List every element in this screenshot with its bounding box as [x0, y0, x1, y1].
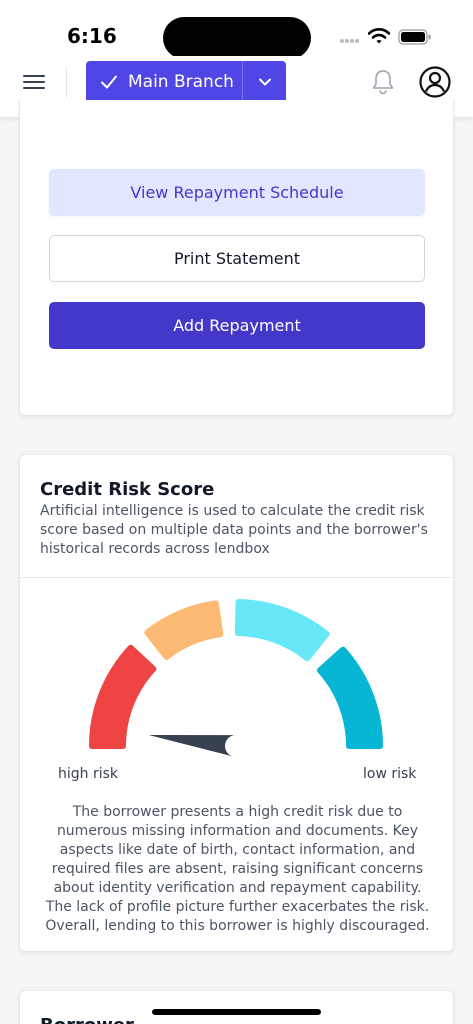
gauge-segment-high: [89, 644, 157, 749]
credit-risk-card: Credit Risk Score Artificial intelligenc…: [19, 454, 454, 952]
check-icon: [101, 75, 117, 89]
home-indicator: [152, 1009, 321, 1015]
loan-actions-card: View Repayment Schedule Print Statement …: [19, 100, 454, 416]
gauge-needle: [148, 734, 238, 757]
branch-label: Main Branch: [128, 72, 234, 92]
signal-icon: [340, 39, 359, 43]
print-statement-button[interactable]: Print Statement: [49, 235, 425, 282]
branch-selector[interactable]: Main Branch: [86, 61, 286, 103]
add-repayment-button[interactable]: Add Repayment: [49, 302, 425, 349]
gauge-segment-medium: [144, 600, 224, 660]
branch-dropdown-toggle[interactable]: [243, 61, 286, 103]
risk-gauge: [89, 599, 383, 757]
credit-risk-description: Artificial intelligence is used to calcu…: [40, 503, 428, 557]
status-time: 6:16: [67, 24, 117, 48]
borrower-title: Borrower: [40, 1015, 134, 1024]
borrower-card: Borrower: [19, 990, 454, 1024]
battery-icon: [398, 29, 431, 45]
header-divider: [66, 66, 67, 98]
view-repayment-schedule-button[interactable]: View Repayment Schedule: [49, 169, 425, 216]
chevron-down-icon: [258, 78, 271, 86]
dynamic-island: [163, 17, 311, 59]
wifi-icon: [368, 28, 390, 44]
low-risk-label: low risk: [363, 766, 417, 782]
menu-icon[interactable]: [22, 70, 46, 94]
bell-icon[interactable]: [371, 69, 395, 95]
high-risk-label: high risk: [58, 766, 119, 782]
user-icon[interactable]: [418, 65, 452, 99]
gauge-segment-low: [234, 599, 330, 662]
status-bar: 6:16: [0, 0, 473, 59]
gauge-segment-lowest: [316, 646, 383, 749]
branch-selected[interactable]: Main Branch: [86, 61, 242, 103]
credit-risk-summary: The borrower presents a high credit risk…: [45, 804, 430, 934]
credit-risk-title: Credit Risk Score: [40, 479, 215, 500]
